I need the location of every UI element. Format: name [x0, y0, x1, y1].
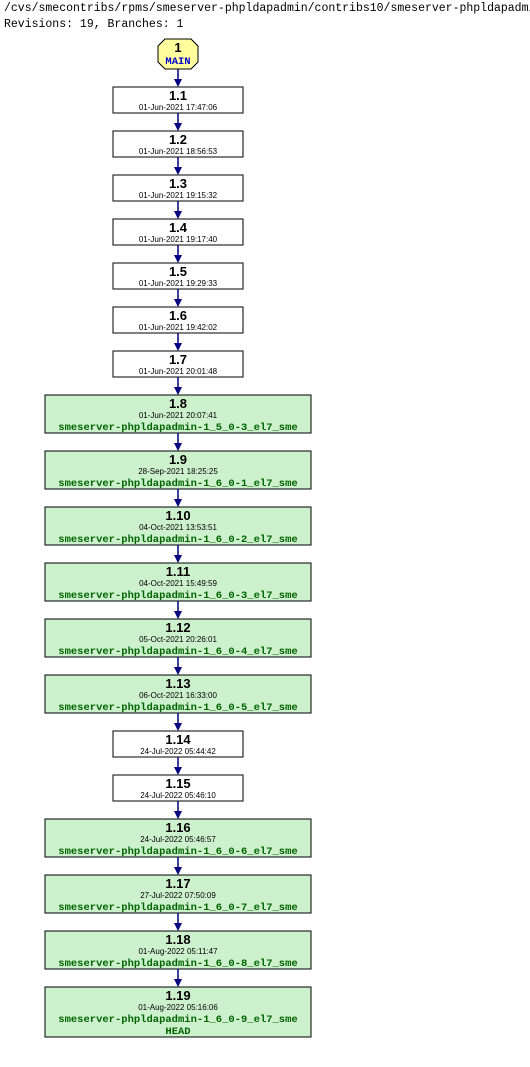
revision-tag: smeserver-phpldapadmin-1_6_0-1_el7_sme [58, 478, 297, 490]
revision-version: 1.16 [165, 820, 190, 835]
revision-version: 1.17 [165, 876, 190, 891]
revision-date: 01-Jun-2021 19:17:40 [139, 235, 218, 244]
revision-version: 1.3 [169, 176, 187, 191]
revision-date: 01-Aug-2022 05:11:47 [138, 947, 218, 956]
revision-version: 1.1 [169, 88, 187, 103]
revision-tag: smeserver-phpldapadmin-1_5_0-3_el7_sme [58, 422, 297, 434]
root-num: 1 [174, 40, 181, 55]
revision-date: 01-Aug-2022 05:16:06 [138, 1003, 218, 1012]
revision-date: 01-Jun-2021 18:56:53 [139, 147, 218, 156]
revision-version: 1.13 [165, 676, 190, 691]
revision-tag: smeserver-phpldapadmin-1_6_0-4_el7_sme [58, 646, 297, 658]
revision-version: 1.15 [165, 776, 190, 791]
revision-date: 24-Jul-2022 05:46:10 [140, 791, 216, 800]
revision-version: 1.7 [169, 352, 187, 367]
revision-date: 01-Jun-2021 19:29:33 [139, 279, 218, 288]
revision-version: 1.10 [165, 508, 190, 523]
revision-version: 1.14 [165, 732, 191, 747]
revision-version: 1.19 [165, 988, 190, 1003]
revision-date: 04-Oct-2021 15:49:59 [139, 579, 217, 588]
revision-version: 1.4 [169, 220, 188, 235]
revision-tag: smeserver-phpldapadmin-1_6_0-3_el7_sme [58, 590, 297, 602]
revision-tag: smeserver-phpldapadmin-1_6_0-2_el7_sme [58, 534, 297, 546]
revision-tag: smeserver-phpldapadmin-1_6_0-9_el7_sme [58, 1014, 297, 1026]
revision-version: 1.8 [169, 396, 187, 411]
revision-version: 1.9 [169, 452, 187, 467]
revision-date: 05-Oct-2021 20:26:01 [139, 635, 217, 644]
revision-head: HEAD [165, 1026, 190, 1038]
revision-tag: smeserver-phpldapadmin-1_6_0-8_el7_sme [58, 958, 297, 970]
revision-date: 28-Sep-2021 18:25:25 [138, 467, 218, 476]
revision-date: 01-Jun-2021 19:15:32 [139, 191, 218, 200]
revision-version: 1.11 [166, 564, 191, 579]
revision-date: 01-Jun-2021 17:47:06 [139, 103, 218, 112]
revision-version: 1.2 [169, 132, 187, 147]
revision-version: 1.5 [169, 264, 187, 279]
revision-version: 1.18 [165, 932, 190, 947]
revision-date: 01-Jun-2021 19:42:02 [139, 323, 218, 332]
revision-date: 27-Jul-2022 07:50:09 [140, 891, 216, 900]
revision-version: 1.6 [169, 308, 187, 323]
revision-date: 24-Jul-2022 05:44:42 [140, 747, 216, 756]
revision-date: 04-Oct-2021 13:53:51 [139, 523, 217, 532]
file-path: /cvs/smecontribs/rpms/smeserver-phpldapa… [0, 0, 530, 16]
revision-tag: smeserver-phpldapadmin-1_6_0-5_el7_sme [58, 702, 297, 714]
revision-date: 01-Jun-2021 20:01:48 [139, 367, 218, 376]
revision-date: 24-Jul-2022 05:46:57 [140, 835, 216, 844]
revision-date: 06-Oct-2021 16:33:00 [139, 691, 217, 700]
revision-tag: smeserver-phpldapadmin-1_6_0-7_el7_sme [58, 902, 297, 914]
revision-date: 01-Jun-2021 20:07:41 [139, 411, 218, 420]
revision-count: Revisions: 19, Branches: 1 [0, 16, 530, 32]
revision-tag: smeserver-phpldapadmin-1_6_0-6_el7_sme [58, 846, 297, 858]
revision-graph: 1MAIN1.101-Jun-2021 17:47:061.201-Jun-20… [0, 33, 530, 1045]
revision-version: 1.12 [165, 620, 190, 635]
root-label: MAIN [165, 56, 190, 68]
